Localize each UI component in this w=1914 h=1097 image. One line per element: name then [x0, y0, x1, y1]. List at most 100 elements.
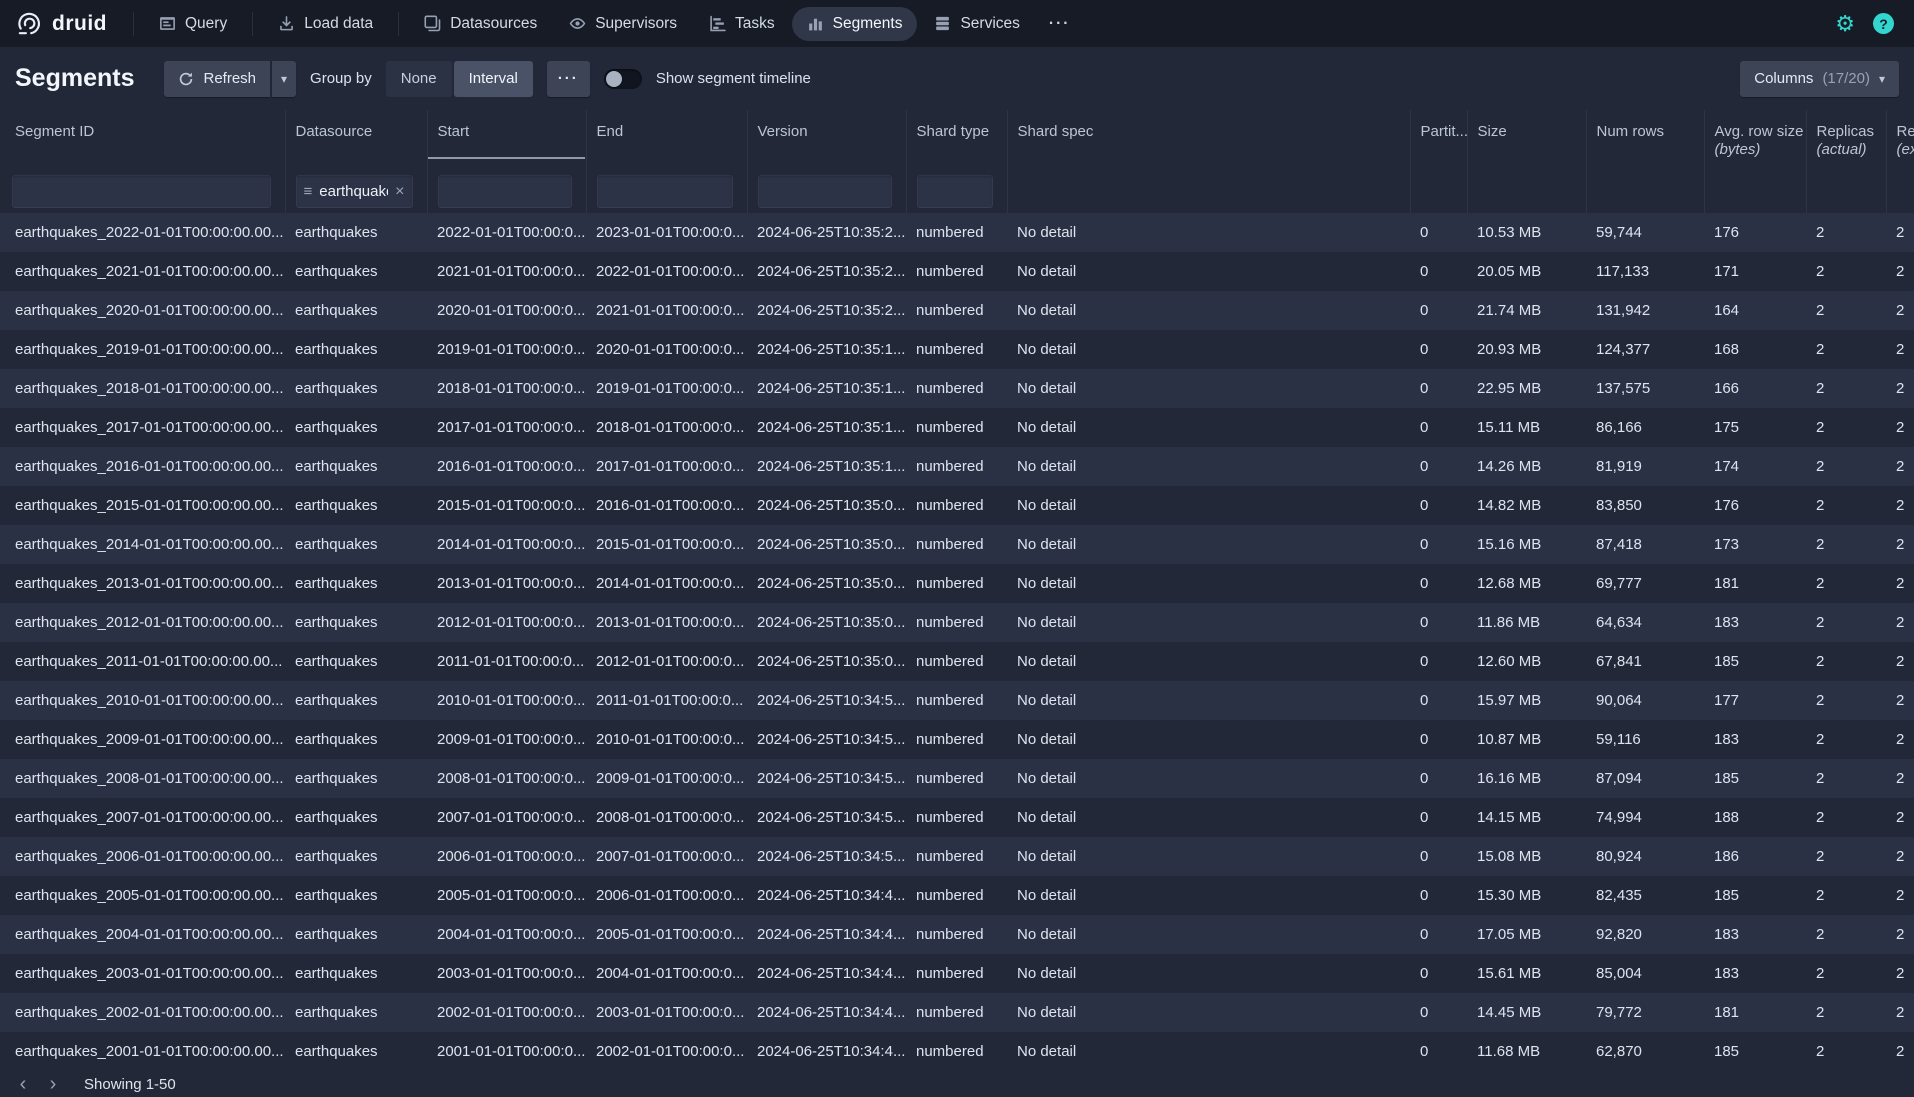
- segment-row[interactable]: earthquakes_2010-01-01T00:00:00.00... ea…: [0, 681, 1914, 720]
- segment-row[interactable]: earthquakes_2019-01-01T00:00:00.00... ea…: [0, 330, 1914, 369]
- filter-shard-type-input[interactable]: [917, 175, 993, 208]
- columns-button[interactable]: Columns (17/20) ▾: [1740, 61, 1899, 97]
- cell-version: 2024-06-25T10:34:4...: [747, 876, 906, 915]
- filter-segment-id-input[interactable]: [12, 175, 271, 208]
- col-header-avg-row-size[interactable]: Avg. row size(bytes): [1704, 110, 1806, 167]
- col-header-replicas[interactable]: Replicas(actual): [1806, 110, 1886, 167]
- segment-row[interactable]: earthquakes_2016-01-01T00:00:00.00... ea…: [0, 447, 1914, 486]
- cell-segment-id: earthquakes_2006-01-01T00:00:00.00...: [0, 837, 285, 876]
- cell-end: 2016-01-01T00:00:0...: [586, 486, 747, 525]
- segment-row[interactable]: earthquakes_2013-01-01T00:00:00.00... ea…: [0, 564, 1914, 603]
- cell-datasource: earthquakes: [285, 954, 427, 993]
- cell-num-rows: 87,418: [1586, 525, 1704, 564]
- segment-row[interactable]: earthquakes_2003-01-01T00:00:00.00... ea…: [0, 954, 1914, 993]
- cell-shard-spec: No detail: [1007, 291, 1410, 330]
- cell-end: 2010-01-01T00:00:0...: [586, 720, 747, 759]
- col-header-start[interactable]: Start: [427, 110, 586, 167]
- next-page-button[interactable]: ›: [40, 1072, 66, 1096]
- cell-datasource: earthquakes: [285, 486, 427, 525]
- filter-end-input[interactable]: [597, 175, 733, 208]
- segment-row[interactable]: earthquakes_2015-01-01T00:00:00.00... ea…: [0, 486, 1914, 525]
- group-by-interval-button[interactable]: Interval: [454, 61, 533, 97]
- nav-item-services[interactable]: Services: [919, 7, 1034, 41]
- cell-datasource: earthquakes: [285, 330, 427, 369]
- cell-partition: 0: [1410, 837, 1467, 876]
- cell-datasource: earthquakes: [285, 525, 427, 564]
- cell-shard-type: numbered: [906, 291, 1007, 330]
- col-header-end[interactable]: End: [586, 110, 747, 167]
- cell-start: 2022-01-01T00:00:0...: [427, 213, 586, 252]
- cell-shard-spec: No detail: [1007, 252, 1410, 291]
- col-header-size[interactable]: Size: [1467, 110, 1586, 167]
- cell-segment-id: earthquakes_2011-01-01T00:00:00.00...: [0, 642, 285, 681]
- cell-datasource: earthquakes: [285, 681, 427, 720]
- cell-partition: 0: [1410, 915, 1467, 954]
- filter-version-input[interactable]: [758, 175, 892, 208]
- segment-row[interactable]: earthquakes_2005-01-01T00:00:00.00... ea…: [0, 876, 1914, 915]
- segment-row[interactable]: earthquakes_2001-01-01T00:00:00.00... ea…: [0, 1032, 1914, 1071]
- cell-replicas: 2: [1806, 837, 1886, 876]
- segment-row[interactable]: earthquakes_2004-01-01T00:00:00.00... ea…: [0, 915, 1914, 954]
- cell-start: 2012-01-01T00:00:0...: [427, 603, 586, 642]
- col-header-datasource[interactable]: Datasource: [285, 110, 427, 167]
- remove-filter-icon[interactable]: ×: [395, 183, 404, 201]
- settings-gear-icon[interactable]: ⚙: [1835, 13, 1855, 35]
- nav-more-button[interactable]: ···: [1037, 7, 1083, 41]
- cell-size: 15.97 MB: [1467, 681, 1586, 720]
- nav-item-load-data[interactable]: Load data: [263, 7, 388, 41]
- nav-item-supervisors[interactable]: Supervisors: [554, 7, 692, 41]
- segment-row[interactable]: earthquakes_2022-01-01T00:00:00.00... ea…: [0, 213, 1914, 252]
- col-header-replication-factor[interactable]: Replication factor(expected): [1886, 110, 1914, 167]
- col-header-partition[interactable]: Partit...: [1410, 110, 1467, 167]
- cell-avg-row-size: 171: [1704, 252, 1806, 291]
- col-header-shard-spec[interactable]: Shard spec: [1007, 110, 1410, 167]
- cell-num-rows: 74,994: [1586, 798, 1704, 837]
- group-by-none-button[interactable]: None: [386, 61, 452, 97]
- segment-row[interactable]: earthquakes_2008-01-01T00:00:00.00... ea…: [0, 759, 1914, 798]
- refresh-button[interactable]: Refresh: [164, 61, 270, 97]
- cell-end: 2019-01-01T00:00:0...: [586, 369, 747, 408]
- previous-page-button[interactable]: ‹: [10, 1072, 36, 1096]
- segment-row[interactable]: earthquakes_2007-01-01T00:00:00.00... ea…: [0, 798, 1914, 837]
- segment-row[interactable]: earthquakes_2018-01-01T00:00:00.00... ea…: [0, 369, 1914, 408]
- segment-timeline-toggle[interactable]: [604, 69, 642, 89]
- cell-partition: 0: [1410, 291, 1467, 330]
- top-nav: druid Query Load data Datasources: [0, 0, 1914, 47]
- segment-row[interactable]: earthquakes_2014-01-01T00:00:00.00... ea…: [0, 525, 1914, 564]
- help-icon[interactable]: ?: [1873, 13, 1894, 34]
- refresh-options-caret-button[interactable]: ▾: [272, 61, 296, 97]
- cell-shard-type: numbered: [906, 1032, 1007, 1071]
- cell-segment-id: earthquakes_2010-01-01T00:00:00.00...: [0, 681, 285, 720]
- segment-row[interactable]: earthquakes_2012-01-01T00:00:00.00... ea…: [0, 603, 1914, 642]
- col-header-segment-id[interactable]: Segment ID: [0, 110, 285, 167]
- cell-num-rows: 90,064: [1586, 681, 1704, 720]
- filter-datasource-input[interactable]: ≡ earthquakes ×: [296, 175, 413, 208]
- segment-row[interactable]: earthquakes_2021-01-01T00:00:00.00... ea…: [0, 252, 1914, 291]
- segment-row[interactable]: earthquakes_2006-01-01T00:00:00.00... ea…: [0, 837, 1914, 876]
- segment-row[interactable]: earthquakes_2017-01-01T00:00:00.00... ea…: [0, 408, 1914, 447]
- more-options-button[interactable]: ···: [547, 61, 590, 97]
- col-header-version[interactable]: Version: [747, 110, 906, 167]
- cell-version: 2024-06-25T10:34:4...: [747, 915, 906, 954]
- brand[interactable]: druid: [16, 10, 123, 37]
- nav-item-tasks[interactable]: Tasks: [694, 7, 790, 41]
- cell-size: 15.08 MB: [1467, 837, 1586, 876]
- segment-row[interactable]: earthquakes_2020-01-01T00:00:00.00... ea…: [0, 291, 1914, 330]
- nav-label: Services: [960, 15, 1019, 33]
- segment-row[interactable]: earthquakes_2009-01-01T00:00:00.00... ea…: [0, 720, 1914, 759]
- col-header-shard-type[interactable]: Shard type: [906, 110, 1007, 167]
- cell-shard-spec: No detail: [1007, 1032, 1410, 1071]
- nav-item-datasources[interactable]: Datasources: [409, 7, 552, 41]
- segment-row[interactable]: earthquakes_2011-01-01T00:00:00.00... ea…: [0, 642, 1914, 681]
- segment-row[interactable]: earthquakes_2002-01-01T00:00:00.00... ea…: [0, 993, 1914, 1032]
- cell-segment-id: earthquakes_2014-01-01T00:00:00.00...: [0, 525, 285, 564]
- nav-item-segments[interactable]: Segments: [792, 7, 918, 41]
- filter-start-input[interactable]: [438, 175, 572, 208]
- cell-size: 21.74 MB: [1467, 291, 1586, 330]
- col-header-num-rows[interactable]: Num rows: [1586, 110, 1704, 167]
- cell-avg-row-size: 173: [1704, 525, 1806, 564]
- cell-segment-id: earthquakes_2008-01-01T00:00:00.00...: [0, 759, 285, 798]
- cell-end: 2005-01-01T00:00:0...: [586, 915, 747, 954]
- nav-item-query[interactable]: Query: [144, 7, 242, 41]
- cell-datasource: earthquakes: [285, 369, 427, 408]
